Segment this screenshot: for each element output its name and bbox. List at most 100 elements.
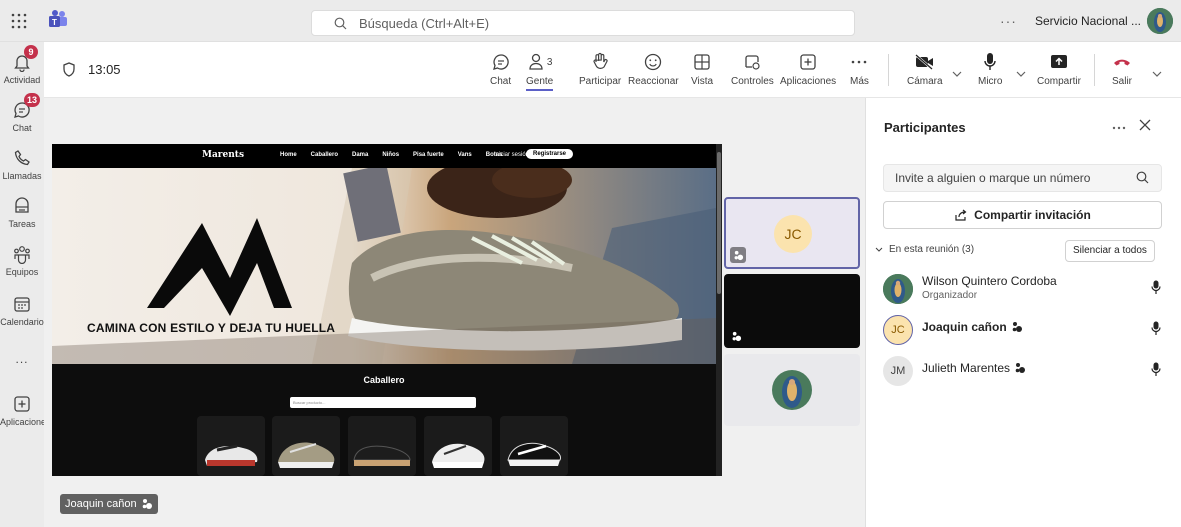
video-tile-wilson[interactable] [724,354,860,426]
calendar-icon [12,294,32,314]
app-launcher-icon[interactable] [10,12,28,30]
shield-icon [62,62,76,77]
tasks-icon [12,196,32,216]
share-screen-icon [1037,51,1081,73]
share-invitation-button[interactable]: Compartir invitación [883,201,1162,229]
hang-up-icon [1112,51,1132,73]
more-icon: ... [15,352,29,366]
participant-name-text: Joaquin cañon [922,320,1007,334]
search-input[interactable]: Búsqueda (Ctrl+Alt+E) [311,10,855,36]
rail-item-label: Tareas [8,219,36,229]
participants-panel: Participantes Invite a alguien o marque … [865,98,1181,527]
shared-site-register: Registrarse [526,149,574,159]
grid-view-icon [691,51,713,73]
shared-site-link: Pisa fuerte [413,152,444,158]
shared-site-link: Caballero [310,152,339,158]
camera-label: Cámara [907,76,943,87]
org-name[interactable]: Servicio Nacional ... [1035,14,1141,28]
participant-row[interactable]: JC Joaquin cañon [883,311,1167,345]
mic-options-chevron-icon[interactable] [1016,64,1026,82]
panel-title: Participantes [884,120,966,135]
raise-hand-label: Participar [579,76,622,87]
shared-site-navbar: Marents Home Caballero Dama Niños Pisa f… [52,144,722,168]
chat-icon: 13 [12,93,41,120]
participant-role: Organizador [922,290,978,301]
rail-item-apps[interactable]: Aplicaciones [0,394,51,427]
mic-button[interactable]: Micro [978,51,1002,87]
avatar [772,370,812,410]
share-button[interactable]: Compartir [1037,51,1081,87]
in-meeting-label: En esta reunión (3) [889,244,975,255]
phone-icon [12,148,32,168]
presenter-name-tag: Joaquin cañon [60,494,158,514]
product-card [272,416,340,476]
participant-name: Joaquin cañon [922,320,1023,334]
camera-button[interactable]: Cámara [907,51,943,87]
meeting-toolbar: 13:05 Chat 3 Gente Participar Reaccionar… [44,42,1181,98]
shared-screen: Marents Home Caballero Dama Niños Pisa f… [52,144,722,476]
participant-row[interactable]: Wilson Quintero Cordoba Organizador [883,270,1167,304]
search-icon[interactable] [1136,171,1149,189]
rail-item-chat[interactable]: 13 Chat [0,93,44,133]
product-card [348,416,416,476]
settings-more-button[interactable]: ··· [1000,13,1017,29]
hand-icon [579,51,621,73]
video-tile-julieth[interactable] [724,274,860,348]
in-meeting-section-toggle[interactable]: En esta reunión (3) [875,244,974,255]
shared-site-link: Dama [352,152,369,158]
participant-name: Julieth Marentes [922,361,1026,375]
presenter-name: Joaquin cañon [65,498,137,510]
avatar: JM [883,356,913,386]
avatar[interactable] [1147,8,1173,34]
video-tile-joaquin[interactable]: JC [724,197,860,269]
rail-item-tasks[interactable]: Tareas [0,196,44,229]
more-button[interactable]: Más [850,51,869,87]
rail-item-calls[interactable]: Llamadas [0,148,44,181]
rail-item-activity[interactable]: 9 Actividad [0,45,44,85]
chat-icon [490,51,511,73]
panel-more-icon[interactable] [1112,118,1126,136]
controls-button[interactable]: Controles [731,51,774,87]
avatar [883,274,913,304]
mic-icon [978,51,1002,73]
rail-item-calendar[interactable]: Calendario [0,294,44,327]
mic-icon [1151,362,1161,382]
avatar: JC [774,215,812,253]
chat-button[interactable]: Chat [490,51,511,87]
avatar: JC [883,315,913,345]
people-label: Gente [526,76,554,91]
rail-item-label: Equipos [5,267,39,277]
leave-options-chevron-icon[interactable] [1152,64,1162,82]
teams-logo-icon[interactable]: T [48,9,68,29]
product-card [197,416,265,476]
apps-button[interactable]: Aplicaciones [780,51,836,87]
shared-site-link: Niños [382,152,400,158]
camera-options-chevron-icon[interactable] [952,64,962,82]
people-button[interactable]: 3 Gente [526,51,554,91]
toolbar-divider [1094,54,1095,86]
teams-icon [12,244,32,264]
product-card [424,416,492,476]
product-card [500,416,568,476]
rail-item-teams[interactable]: Equipos [0,244,44,277]
leave-button[interactable]: Salir [1112,51,1132,87]
meeting-stage: Marents Home Caballero Dama Niños Pisa f… [44,98,865,527]
people-count: 3 [546,56,553,68]
react-button[interactable]: Reaccionar [628,51,679,87]
raise-hand-button[interactable]: Participar [579,51,621,87]
activity-badge: 9 [24,45,38,59]
view-button[interactable]: Vista [691,51,713,87]
camera-off-icon [907,51,943,73]
shared-site-link: Home [280,152,297,158]
people-icon: 3 [526,51,553,73]
shared-screen-scrollbar [716,144,722,476]
close-icon[interactable] [1139,118,1151,136]
apps-add-icon [780,51,836,73]
bell-icon: 9 [12,45,38,72]
rail-item-label: Calendario [0,317,44,327]
rail-item-more[interactable]: ... [0,352,44,366]
mute-all-button[interactable]: Silenciar a todos [1065,240,1155,262]
invite-input[interactable]: Invite a alguien o marque un número [883,164,1162,192]
participant-row[interactable]: JM Julieth Marentes [883,352,1167,386]
shared-site-link: Vans [457,152,472,158]
